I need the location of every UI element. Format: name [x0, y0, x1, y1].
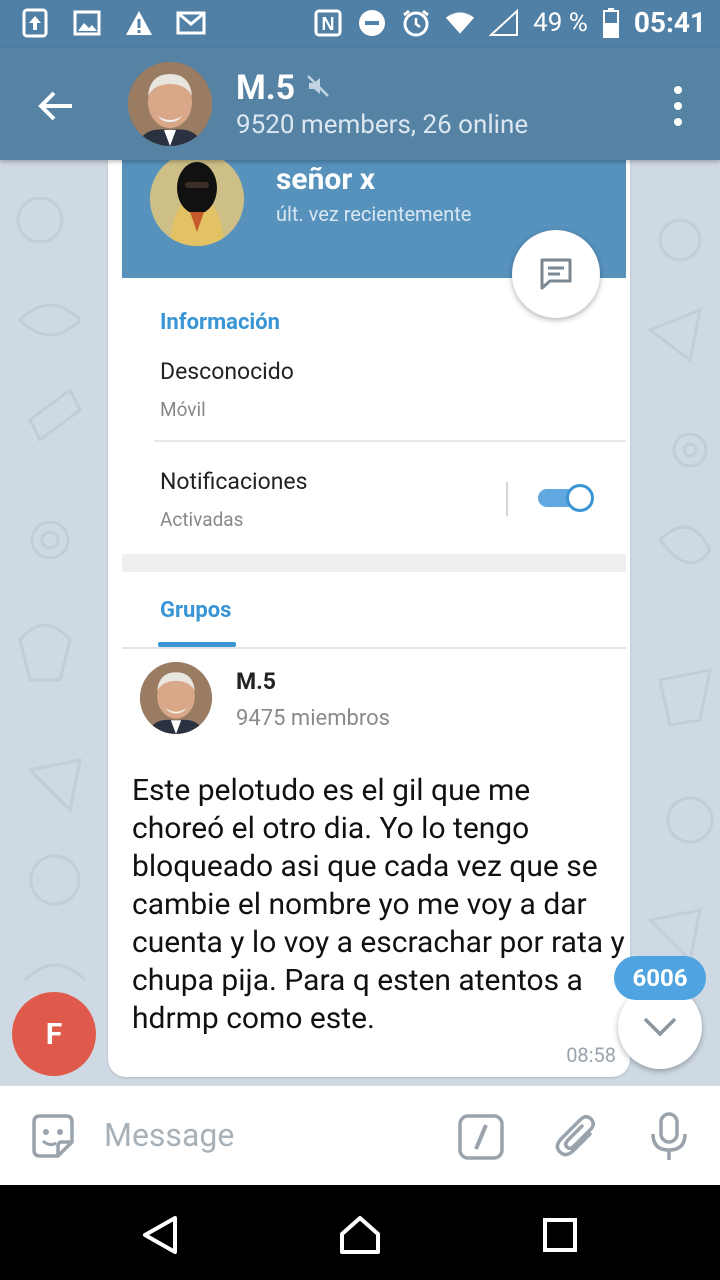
chat-header: M.5 9520 members, 26 online: [0, 48, 720, 160]
chat-bubble-icon: [540, 258, 572, 290]
microphone-icon: [651, 1112, 687, 1160]
group-list-members: 9475 miembros: [236, 706, 391, 731]
sticker-button[interactable]: [28, 1112, 78, 1162]
bot-commands-button[interactable]: [456, 1112, 506, 1162]
message-fab: [512, 230, 600, 318]
notifications-status: Activadas: [160, 508, 244, 531]
sender-initial: F: [45, 1016, 63, 1052]
phone-value: Desconocido: [160, 358, 294, 385]
dot: [674, 86, 682, 94]
dot: [674, 118, 682, 126]
nav-back-button[interactable]: [134, 1209, 186, 1261]
divider: [122, 647, 626, 649]
group-list-name: M.5: [236, 668, 277, 695]
status-bar: N 49 % 05:41: [0, 0, 720, 48]
square-recents-icon: [543, 1218, 577, 1252]
gmail-icon: [176, 8, 206, 38]
message-bubble[interactable]: señor x últ. vez recientemente Informaci…: [108, 160, 630, 1077]
alarm-icon: [401, 8, 431, 38]
message-input[interactable]: Message: [104, 1116, 234, 1154]
sender-avatar[interactable]: F: [12, 992, 96, 1076]
svg-text:N: N: [322, 14, 335, 34]
chat-title: M.5: [236, 68, 296, 108]
back-button[interactable]: [28, 78, 84, 134]
voice-record-button[interactable]: [644, 1112, 694, 1162]
profile-avatar: [150, 160, 244, 246]
phone-label: Móvil: [160, 398, 206, 421]
wifi-icon: [445, 8, 475, 38]
nav-recents-button[interactable]: [534, 1209, 586, 1261]
arrow-left-icon: [38, 91, 72, 121]
group-avatar[interactable]: [128, 62, 212, 146]
image-notification-icon: [72, 8, 102, 38]
unread-count-badge: 6006: [614, 956, 706, 1000]
groups-tab: Grupos: [160, 598, 232, 623]
toggle-knob: [566, 484, 594, 512]
slash-command-icon: [458, 1114, 504, 1160]
battery-icon: [602, 7, 620, 38]
attach-button[interactable]: [552, 1112, 602, 1162]
clock: 05:41: [633, 6, 706, 39]
section-gap: [122, 554, 626, 572]
signal-icon: [489, 8, 519, 38]
home-icon: [340, 1216, 380, 1254]
chat-area[interactable]: señor x últ. vez recientemente Informaci…: [0, 160, 720, 1085]
message-input-bar: Message: [0, 1085, 720, 1186]
notifications-label: Notificaciones: [160, 468, 308, 495]
sticker-icon: [32, 1114, 74, 1158]
profile-name: señor x: [276, 162, 376, 197]
dot: [674, 102, 682, 110]
more-options-button[interactable]: [666, 86, 690, 126]
muted-icon: [306, 74, 330, 102]
info-section-title: Información: [160, 310, 280, 335]
chevron-down-icon: [643, 1017, 677, 1037]
nav-home-button[interactable]: [334, 1209, 386, 1261]
triangle-back-icon: [143, 1216, 177, 1254]
battery-percent: 49 %: [533, 7, 588, 38]
nfc-icon: N: [313, 8, 343, 38]
divider: [154, 440, 626, 442]
message-time: 08:58: [566, 1043, 616, 1067]
notifications-toggle: [538, 484, 594, 512]
do-not-disturb-icon: [357, 8, 387, 38]
group-list-avatar: [140, 662, 212, 734]
screenshot-image[interactable]: señor x últ. vez recientemente Informaci…: [122, 160, 626, 650]
chat-subtitle: 9520 members, 26 online: [236, 110, 529, 140]
profile-last-seen: últ. vez recientemente: [276, 202, 472, 226]
divider: [506, 482, 508, 516]
paperclip-icon: [555, 1115, 595, 1157]
message-text: Este pelotudo es el gil que me choreó el…: [132, 773, 625, 1036]
warning-icon: [124, 8, 154, 38]
upload-notification-icon: [20, 8, 50, 38]
system-nav-bar: [0, 1185, 720, 1280]
